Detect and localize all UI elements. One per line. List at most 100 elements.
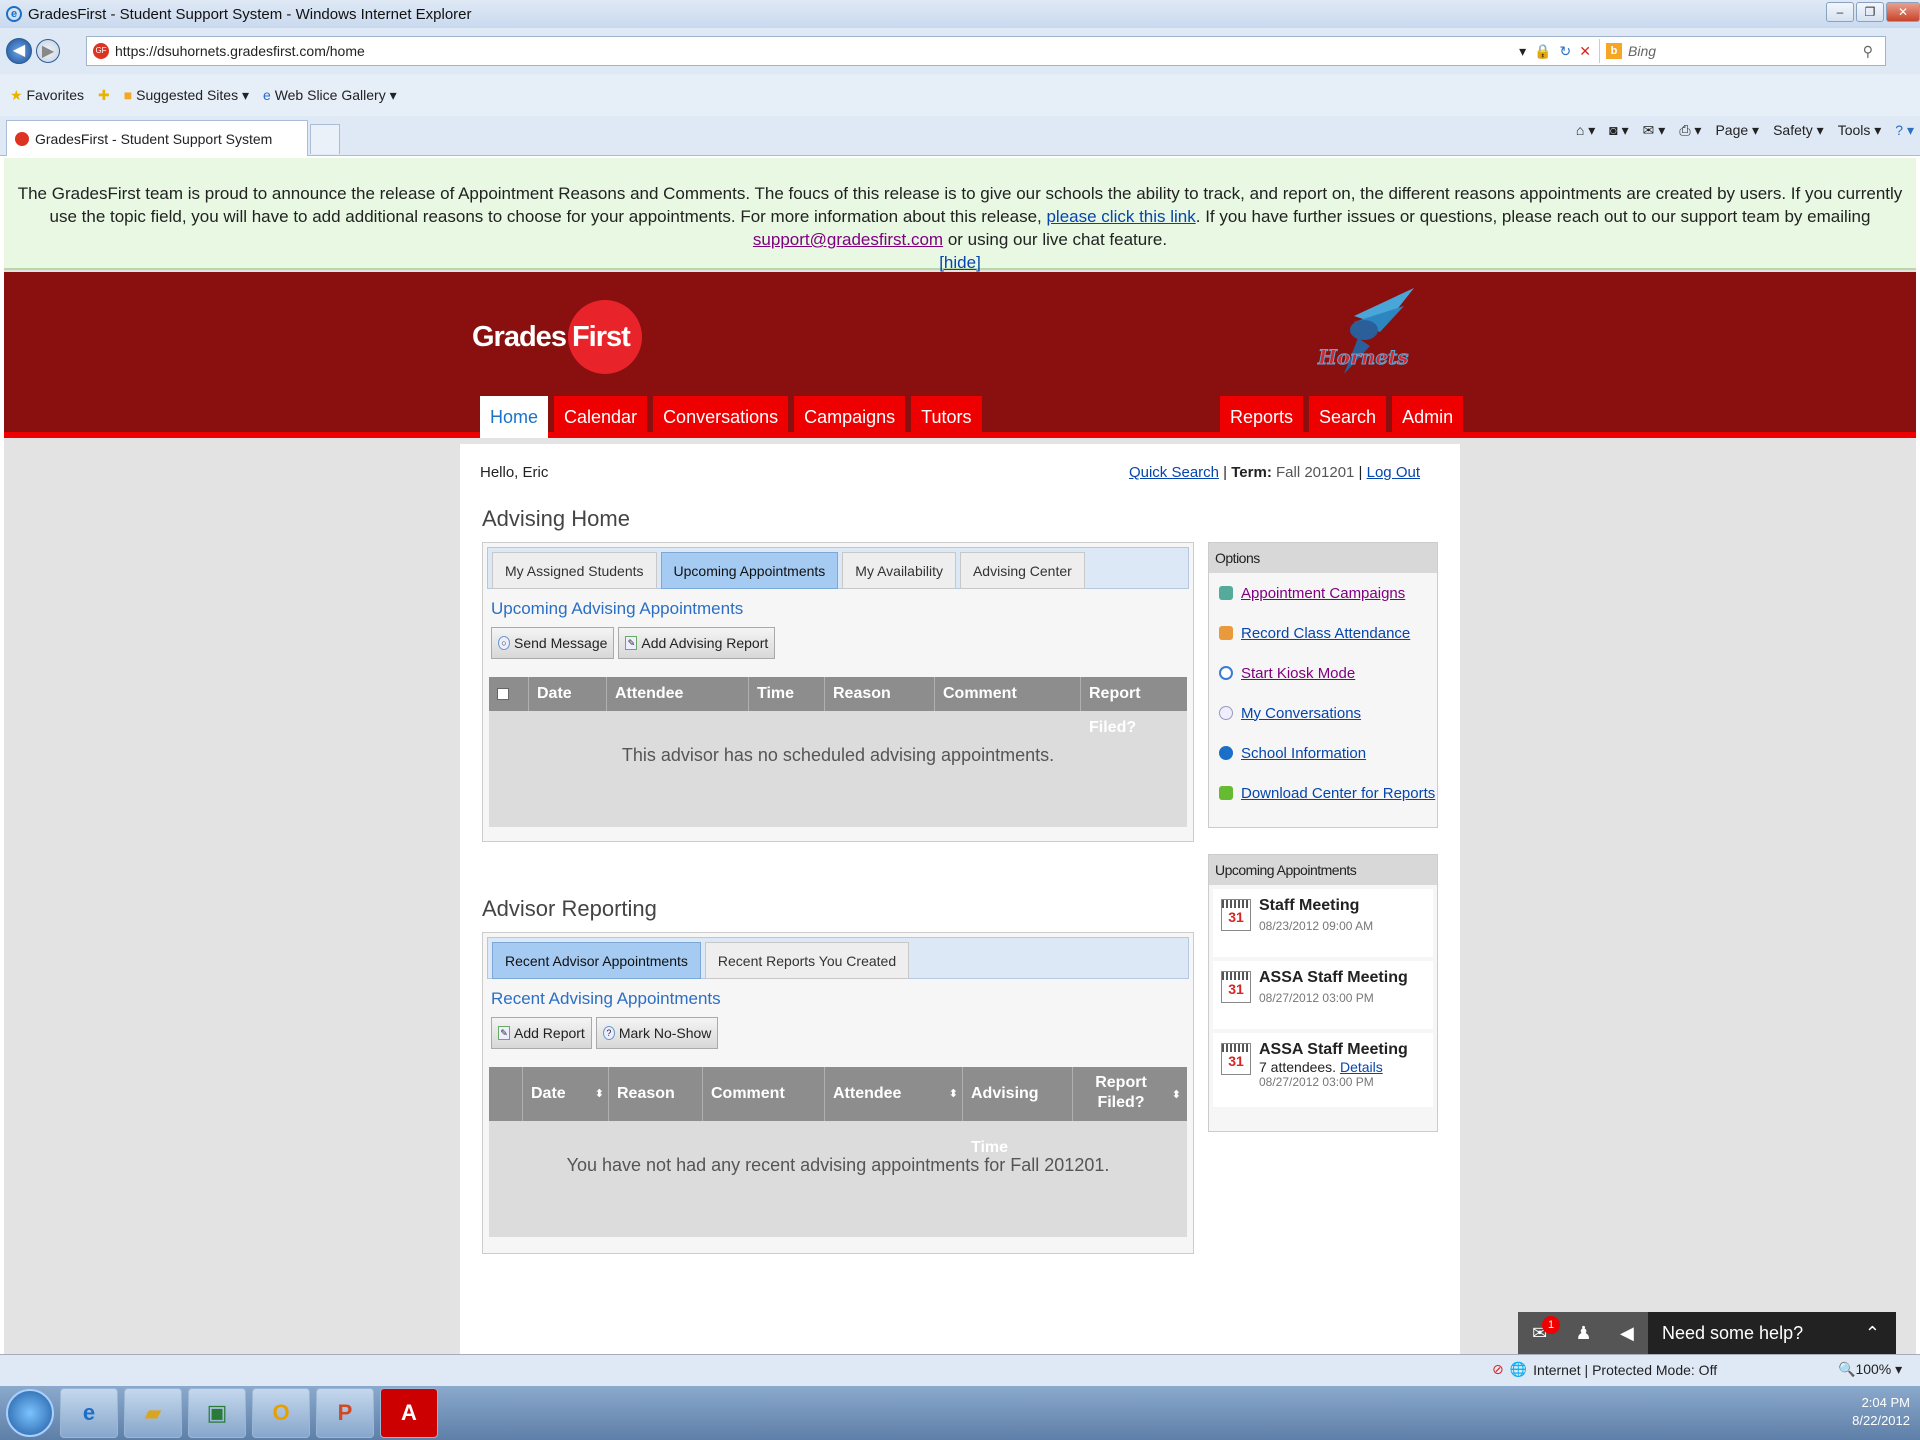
nav-reports[interactable]: Reports	[1220, 396, 1304, 438]
address-field[interactable]: GF https://dsuhornets.gradesfirst.com/ho…	[86, 36, 1886, 66]
print-icon[interactable]: ⎙ ▾	[1679, 122, 1701, 139]
feeds-icon[interactable]: ◙ ▾	[1609, 122, 1628, 139]
col-date[interactable]: Date	[529, 677, 607, 711]
safety-menu[interactable]: Safety ▾	[1773, 122, 1824, 139]
mark-no-show-button[interactable]: ? Mark No-Show	[595, 1017, 719, 1049]
tab-my-assigned-students[interactable]: My Assigned Students	[492, 552, 657, 589]
appointment-item[interactable]: 31 Staff Meeting 08/23/2012 09:00 AM	[1213, 889, 1433, 957]
search-icon[interactable]: ⚲	[1863, 43, 1873, 60]
help-widget[interactable]: ✉ 1 ♟ ◀ Need some help? ⌃	[1518, 1312, 1896, 1354]
col-comment[interactable]: Comment	[935, 677, 1081, 711]
chevron-up-icon[interactable]: ⌃	[1865, 1323, 1880, 1344]
col-date[interactable]: Date ⬍	[523, 1067, 609, 1121]
col-report-filed[interactable]: Report Filed? ⬍	[1073, 1067, 1185, 1121]
tab-recent-reports[interactable]: Recent Reports You Created	[704, 942, 910, 979]
search-box[interactable]: b Bing ⚲	[1599, 39, 1879, 63]
help-icon[interactable]: ? ▾	[1895, 122, 1914, 139]
zoom-control[interactable]: 🔍100% ▾	[1838, 1361, 1902, 1378]
appointment-item[interactable]: 31 ASSA Staff Meeting 7 attendees. Detai…	[1213, 1033, 1433, 1107]
windows-taskbar: e ▰ ▣ O P A 2:04 PM 8/22/2012	[0, 1386, 1920, 1440]
megaphone-icon[interactable]: ◀	[1620, 1323, 1634, 1344]
col-attendee[interactable]: Attendee	[607, 677, 749, 711]
nav-campaigns[interactable]: Campaigns	[794, 396, 906, 438]
option-school-information[interactable]: School Information	[1209, 733, 1437, 773]
svg-text:Hornets: Hornets	[1317, 345, 1409, 369]
col-comment[interactable]: Comment	[703, 1067, 825, 1121]
col-advising-time[interactable]: Advising Time	[963, 1067, 1073, 1156]
help-label: Need some help?	[1662, 1322, 1804, 1343]
address-dropdown-icon[interactable]: ▾	[1519, 43, 1526, 60]
col-reason[interactable]: Reason	[825, 677, 935, 711]
chat-icon	[1219, 706, 1233, 720]
appointment-title: ASSA Staff Meeting	[1259, 969, 1408, 986]
taskbar-explorer[interactable]: ▰	[124, 1388, 182, 1438]
advising-home-title: Advising Home	[482, 506, 630, 531]
home-icon[interactable]: ⌂ ▾	[1576, 122, 1595, 139]
col-reason[interactable]: Reason	[609, 1067, 703, 1121]
tab-recent-advisor-appointments[interactable]: Recent Advisor Appointments	[492, 942, 701, 979]
person-icon[interactable]: ♟	[1576, 1323, 1592, 1344]
window-title: GradesFirst - Student Support System - W…	[28, 5, 472, 23]
forward-button[interactable]: ▶	[36, 39, 60, 63]
taskbar-acrobat[interactable]: A	[380, 1388, 438, 1438]
mail-icon[interactable]: ✉ ▾	[1643, 122, 1666, 139]
tab-upcoming-appointments[interactable]: Upcoming Appointments	[660, 552, 839, 589]
security-zone[interactable]: ⊘ 🌐 Internet | Protected Mode: Off	[1492, 1361, 1717, 1378]
appointment-date: 08/23/2012 09:00 AM	[1259, 919, 1374, 933]
release-info-link[interactable]: please click this link	[1046, 207, 1195, 226]
option-my-conversations[interactable]: My Conversations	[1209, 693, 1437, 733]
nav-admin[interactable]: Admin	[1392, 396, 1464, 438]
send-message-button[interactable]: ○ Send Message	[491, 627, 615, 659]
option-record-attendance[interactable]: Record Class Attendance	[1209, 613, 1437, 653]
close-window-button[interactable]: ✕	[1886, 2, 1920, 22]
favorites-button[interactable]: ★ Favorites	[10, 87, 84, 104]
support-email-link[interactable]: support@gradesfirst.com	[753, 230, 943, 249]
tab-my-availability[interactable]: My Availability	[842, 552, 956, 589]
hide-announcement-link[interactable]: [hide]	[939, 253, 981, 272]
col-report-filed[interactable]: Report Filed?	[1081, 677, 1187, 736]
details-link[interactable]: Details	[1340, 1059, 1383, 1075]
tab-advising-center[interactable]: Advising Center	[959, 552, 1085, 589]
col-time[interactable]: Time	[749, 677, 825, 711]
add-report-button[interactable]: ✎ Add Report	[491, 1017, 592, 1049]
nav-conversations[interactable]: Conversations	[653, 396, 789, 438]
quick-search-link[interactable]: Quick Search	[1129, 464, 1219, 481]
logo-circle: First	[567, 300, 642, 374]
web-slice-link[interactable]: e Web Slice Gallery ▾	[263, 87, 397, 104]
taskbar-powerpoint[interactable]: P	[316, 1388, 374, 1438]
minimize-button[interactable]: –	[1826, 2, 1854, 22]
restore-button[interactable]: ❐	[1856, 2, 1884, 22]
page-menu[interactable]: Page ▾	[1715, 122, 1759, 139]
zone-text: Internet | Protected Mode: Off	[1533, 1361, 1718, 1378]
logout-link[interactable]: Log Out	[1367, 464, 1420, 481]
stop-icon[interactable]: ✕	[1579, 43, 1591, 60]
option-appointment-campaigns[interactable]: Appointment Campaigns	[1209, 573, 1437, 613]
suggested-sites-link[interactable]: ■ Suggested Sites ▾	[124, 87, 249, 104]
nav-tutors[interactable]: Tutors	[911, 396, 982, 438]
back-button[interactable]: ◀	[6, 38, 32, 64]
tools-menu[interactable]: Tools ▾	[1838, 122, 1882, 139]
taskbar-outlook[interactable]: O	[252, 1388, 310, 1438]
bing-small-icon: ■	[123, 86, 133, 103]
nav-home[interactable]: Home	[480, 396, 549, 438]
option-download-center[interactable]: Download Center for Reports	[1209, 773, 1437, 813]
select-all-checkbox[interactable]	[489, 677, 529, 711]
taskbar-app[interactable]: ▣	[188, 1388, 246, 1438]
nav-calendar[interactable]: Calendar	[554, 396, 648, 438]
appointment-item[interactable]: 31 ASSA Staff Meeting 08/27/2012 03:00 P…	[1213, 961, 1433, 1029]
taskbar-ie[interactable]: e	[60, 1388, 118, 1438]
help-icons: ✉ 1 ♟ ◀	[1518, 1312, 1648, 1354]
add-advising-report-button[interactable]: ✎ Add Advising Report	[618, 627, 776, 659]
nav-search[interactable]: Search	[1309, 396, 1387, 438]
start-button[interactable]	[6, 1389, 54, 1437]
bing-icon: b	[1606, 43, 1622, 59]
browser-tab[interactable]: GradesFirst - Student Support System	[6, 120, 308, 156]
col-attendee[interactable]: Attendee ⬍	[825, 1067, 963, 1121]
option-kiosk-mode[interactable]: Start Kiosk Mode	[1209, 653, 1437, 693]
add-favorites-icon[interactable]: ✚	[98, 87, 110, 104]
new-tab-button[interactable]	[310, 124, 340, 154]
gradesfirst-logo[interactable]: Grades First	[472, 300, 642, 374]
system-tray[interactable]: 2:04 PM 8/22/2012	[1852, 1394, 1910, 1430]
refresh-icon[interactable]: ↻	[1560, 43, 1572, 60]
lock-icon[interactable]: 🔒	[1534, 43, 1551, 60]
